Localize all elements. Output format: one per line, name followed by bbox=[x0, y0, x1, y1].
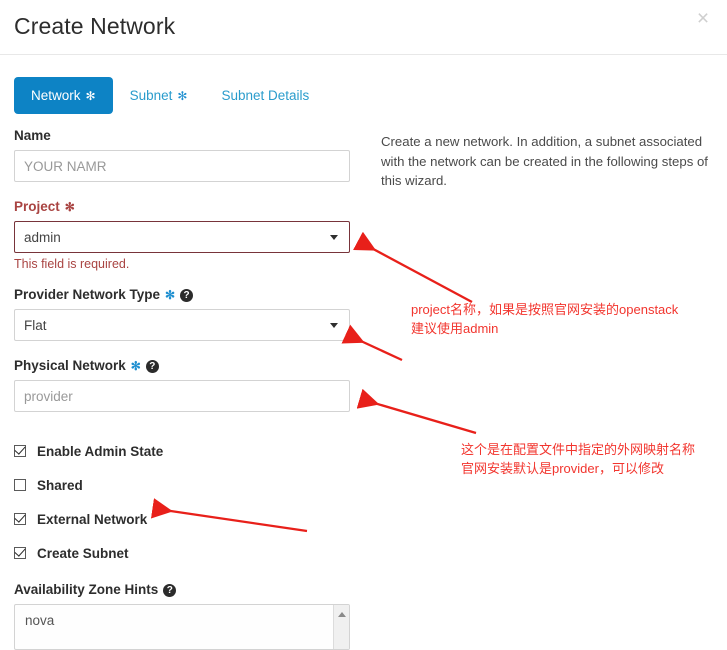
modal-header: Create Network × bbox=[0, 0, 727, 55]
checkbox-checked-icon[interactable] bbox=[14, 513, 26, 525]
list-item[interactable]: nova bbox=[15, 605, 349, 628]
availability-zone-hints-list[interactable]: nova bbox=[14, 604, 350, 650]
project-label: Project ✻ bbox=[14, 199, 75, 214]
page-title: Create Network bbox=[14, 13, 176, 39]
help-icon[interactable]: ? bbox=[163, 583, 177, 597]
checkbox-label: Enable Admin State bbox=[37, 443, 164, 459]
wizard-description: Create a new network. In addition, a sub… bbox=[381, 134, 708, 188]
checkbox-label: External Network bbox=[37, 511, 148, 527]
checkbox-create-subnet[interactable]: Create Subnet bbox=[14, 536, 350, 570]
arrow-to-provider-network-type-field bbox=[341, 324, 403, 362]
provider-network-type-select-wrap: Flat bbox=[14, 309, 350, 341]
required-asterisk-icon: ✻ bbox=[64, 200, 75, 214]
tab-subnet[interactable]: Subnet ✻ bbox=[113, 77, 205, 114]
checkbox-label: Shared bbox=[37, 477, 83, 493]
help-icon[interactable]: ? bbox=[180, 288, 194, 302]
checkbox-unchecked-icon[interactable] bbox=[14, 479, 26, 491]
wizard-tabs: Network ✻ Subnet ✻ Subnet Details bbox=[14, 77, 326, 114]
scroll-up-arrow-icon[interactable] bbox=[337, 612, 346, 617]
checkbox-external-network[interactable]: External Network bbox=[14, 502, 350, 536]
name-input[interactable] bbox=[14, 150, 350, 182]
required-asterisk-icon: ✻ bbox=[165, 288, 176, 302]
tab-subnet-label: Subnet bbox=[129, 88, 173, 103]
required-asterisk-icon: ✻ bbox=[85, 89, 96, 103]
project-select-wrap: admin bbox=[14, 221, 350, 253]
close-icon[interactable]: × bbox=[690, 6, 716, 32]
annotation-project-note: project名称，如果是按照官网安装的openstack 建议使用admin bbox=[411, 302, 679, 336]
scrollbar[interactable] bbox=[333, 605, 349, 649]
arrow-to-project-field bbox=[353, 231, 473, 304]
provider-network-type-label: Provider Network Type ✻ ? bbox=[14, 287, 350, 303]
availability-zone-hints-label: Availability Zone Hints ? bbox=[14, 582, 350, 598]
project-error-message: This field is required. bbox=[14, 257, 130, 271]
tab-network-label: Network bbox=[31, 88, 81, 103]
checkbox-group: Enable Admin State Shared External Netwo… bbox=[14, 434, 350, 570]
checkbox-checked-icon[interactable] bbox=[14, 547, 26, 559]
checkbox-enable-admin-state[interactable]: Enable Admin State bbox=[14, 434, 350, 468]
required-asterisk-icon: ✻ bbox=[130, 359, 141, 373]
name-label: Name bbox=[14, 128, 51, 143]
physical-network-label: Physical Network ✻ ? bbox=[14, 358, 350, 374]
provider-network-type-select[interactable]: Flat bbox=[14, 309, 350, 341]
tab-subnet-details-label: Subnet Details bbox=[221, 88, 310, 103]
checkbox-shared[interactable]: Shared bbox=[14, 468, 350, 502]
help-icon[interactable]: ? bbox=[145, 359, 159, 373]
required-asterisk-icon: ✻ bbox=[177, 89, 188, 103]
annotation-physical-network-note: 这个是在配置文件中指定的外网映射名称 官网安装默认是provider，可以修改 bbox=[461, 442, 696, 476]
availability-zone-hints-block: Availability Zone Hints ? nova bbox=[14, 582, 350, 650]
project-select[interactable]: admin bbox=[14, 221, 350, 253]
checkbox-checked-icon[interactable] bbox=[14, 445, 26, 457]
physical-network-input[interactable] bbox=[14, 380, 350, 412]
tab-network[interactable]: Network ✻ bbox=[14, 77, 113, 114]
checkbox-label: Create Subnet bbox=[37, 545, 129, 561]
tab-subnet-details[interactable]: Subnet Details bbox=[204, 77, 326, 114]
arrow-to-physical-network-field bbox=[356, 388, 477, 435]
network-form: Name Project ✻ admin This field is requi… bbox=[14, 128, 350, 650]
